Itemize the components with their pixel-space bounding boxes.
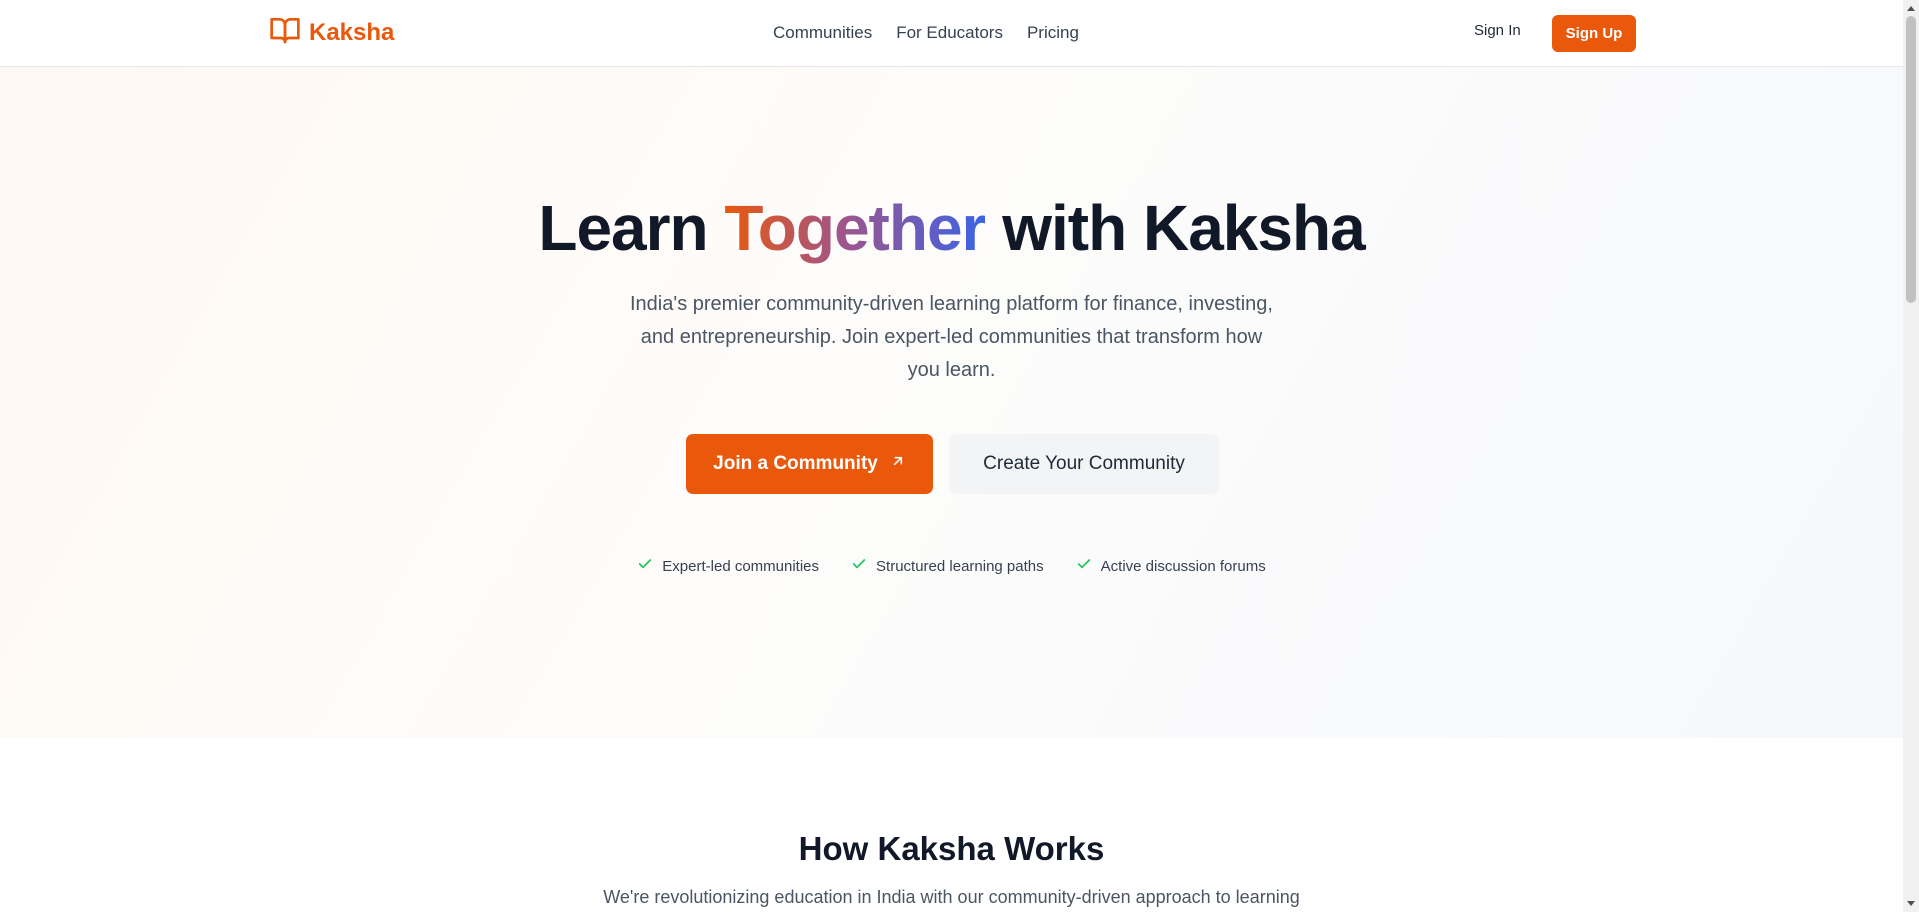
site-header: Kaksha Communities For Educators Pricing… (0, 0, 1903, 67)
nav-link-pricing[interactable]: Pricing (1027, 23, 1079, 43)
sign-in-link[interactable]: Sign In (1474, 22, 1521, 39)
join-community-label: Join a Community (713, 453, 878, 474)
brand-logo-link[interactable]: Kaksha (269, 16, 394, 50)
hero-title-start: Learn (538, 192, 708, 264)
page: Kaksha Communities For Educators Pricing… (0, 0, 1919, 912)
feature-label: Active discussion forums (1100, 557, 1266, 575)
feature-item: Expert-led communities (637, 556, 819, 576)
hero-title-accent: Together (724, 192, 986, 264)
join-community-button[interactable]: Join a Community (686, 434, 933, 494)
create-community-button[interactable]: Create Your Community (949, 434, 1219, 494)
arrow-up-right-icon (890, 453, 906, 475)
main-nav: Communities For Educators Pricing (773, 20, 1079, 46)
scrollbar-thumb[interactable] (1906, 16, 1916, 303)
feature-item: Active discussion forums (1076, 556, 1266, 576)
hero-section (0, 67, 1903, 738)
open-book-icon (269, 14, 301, 53)
hero-subtitle: India's premier community-driven learnin… (630, 293, 1273, 381)
vertical-scrollbar[interactable] (1903, 0, 1919, 912)
feature-item: Structured learning paths (851, 556, 1044, 576)
sign-up-button[interactable]: Sign Up (1552, 15, 1636, 52)
nav-link-for-educators[interactable]: For Educators (896, 23, 1003, 43)
brand-name: Kaksha (309, 19, 395, 46)
feature-label: Structured learning paths (876, 557, 1044, 575)
scroll-down-arrow-icon[interactable] (1903, 896, 1919, 912)
nav-link-communities[interactable]: Communities (773, 23, 872, 43)
scroll-up-arrow-icon[interactable] (1903, 0, 1919, 16)
feature-label: Expert-led communities (662, 557, 820, 575)
hero-title: Learn Together with Kaksha (0, 192, 1903, 264)
check-icon (1076, 556, 1092, 576)
hero-title-end: with Kaksha (1002, 192, 1365, 264)
check-icon (851, 556, 867, 576)
how-it-works-subtitle: We're revolutionizing education in India… (603, 887, 1300, 907)
check-icon (637, 556, 653, 576)
feature-highlights: Expert-led communities Structured learni… (0, 556, 1903, 576)
how-it-works-title: How Kaksha Works (798, 830, 1105, 867)
